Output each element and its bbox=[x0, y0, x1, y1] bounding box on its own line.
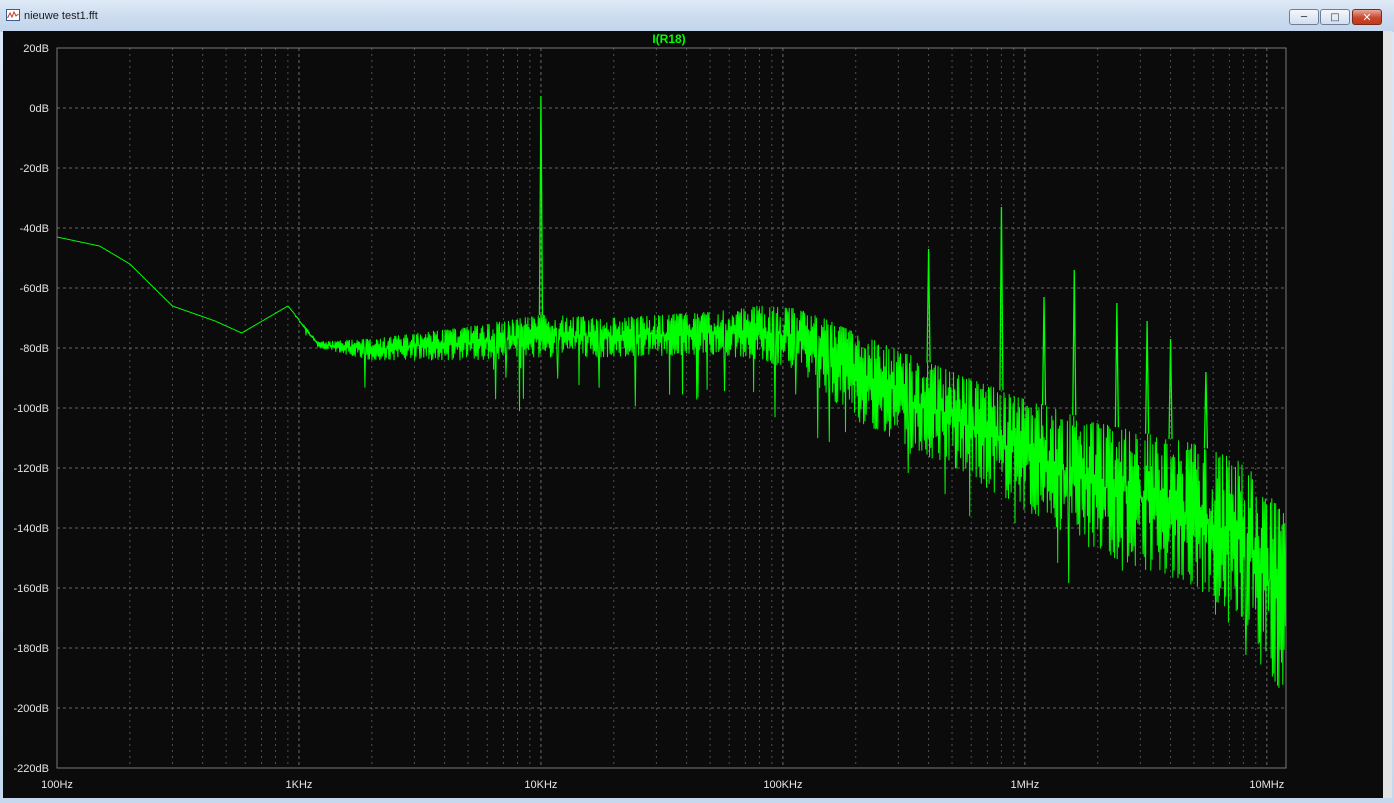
x-tick-label: 1MHz bbox=[1011, 779, 1040, 791]
y-tick-label: 0dB bbox=[29, 103, 49, 115]
x-tick-label: 10KHz bbox=[524, 779, 557, 791]
y-tick-label: -180dB bbox=[14, 643, 49, 655]
x-tick-label: 100KHz bbox=[763, 779, 802, 791]
application-window: nieuwe test1.fft ─ □ ✕ 20dB 0dB -20dB -40dB… bbox=[0, 0, 1394, 803]
maximize-icon: □ bbox=[1330, 11, 1340, 23]
y-tick-label: -60dB bbox=[20, 283, 49, 295]
waveform-viewer-icon bbox=[6, 9, 20, 21]
maximize-button[interactable]: □ bbox=[1320, 9, 1350, 25]
y-tick-label: -20dB bbox=[20, 163, 49, 175]
x-tick-label: 1KHz bbox=[286, 779, 313, 791]
plot-background bbox=[3, 31, 1383, 798]
fft-plot[interactable]: 20dB 0dB -20dB -40dB -60dB -80dB -100dB -120dB -… bbox=[3, 31, 1383, 798]
plot-pane[interactable]: 20dB 0dB -20dB -40dB -60dB -80dB -100dB -120dB -… bbox=[3, 31, 1391, 798]
window-border-right bbox=[1383, 31, 1392, 798]
x-tick-label: 100Hz bbox=[41, 779, 73, 791]
minimize-button[interactable]: ─ bbox=[1289, 9, 1319, 25]
y-tick-label: -140dB bbox=[14, 523, 49, 535]
y-tick-label: 20dB bbox=[23, 43, 49, 55]
y-tick-label: -80dB bbox=[20, 343, 49, 355]
x-tick-label: 10MHz bbox=[1249, 779, 1284, 791]
y-tick-label: -200dB bbox=[14, 703, 49, 715]
y-tick-label: -220dB bbox=[14, 763, 49, 775]
y-tick-label: -120dB bbox=[14, 463, 49, 475]
window-title: nieuwe test1.fft bbox=[24, 10, 98, 22]
trace-label[interactable]: I(R18) bbox=[652, 32, 685, 46]
y-tick-label: -40dB bbox=[20, 223, 49, 235]
title-bar[interactable]: nieuwe test1.fft ─ □ ✕ bbox=[0, 0, 1394, 32]
minimize-icon: ─ bbox=[1300, 11, 1308, 23]
close-icon: ✕ bbox=[1362, 10, 1372, 24]
close-button[interactable]: ✕ bbox=[1352, 9, 1382, 25]
y-tick-label: -160dB bbox=[14, 583, 49, 595]
y-tick-label: -100dB bbox=[14, 403, 49, 415]
